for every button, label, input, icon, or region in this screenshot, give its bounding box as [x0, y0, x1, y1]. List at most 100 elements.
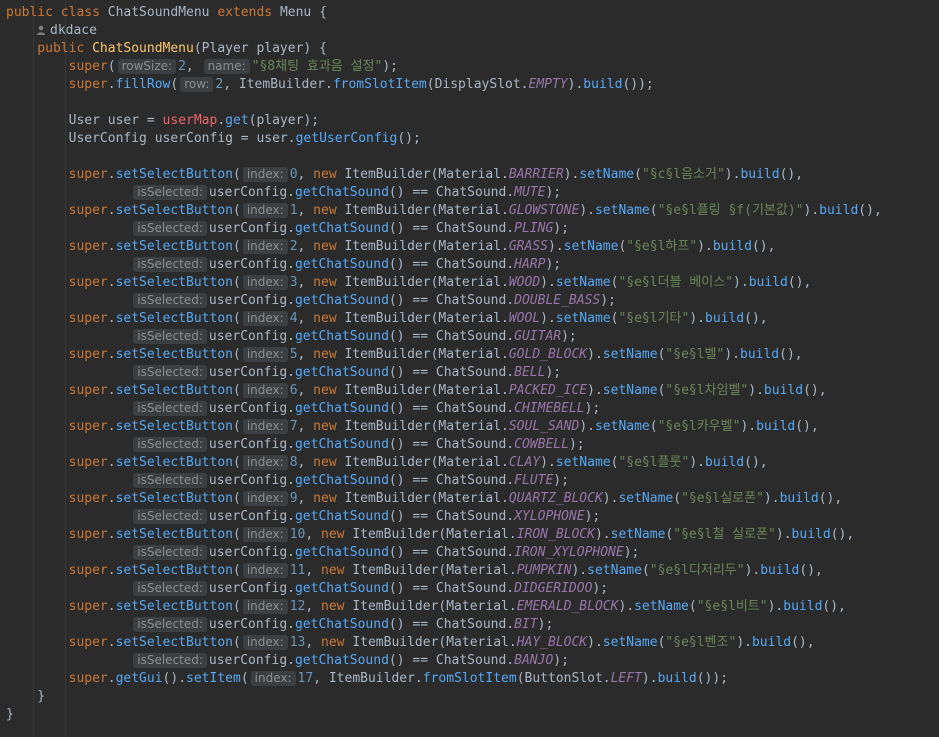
code-line[interactable]: isSelected: userConfig.getChatSound() == … — [6, 508, 600, 526]
code-line[interactable]: super.fillRow(row: 2, ItemBuilder.fromSlo… — [6, 76, 654, 94]
code-line[interactable]: super.setSelectButton(index: 4, new ItemB… — [6, 310, 768, 328]
code-token: ); — [545, 257, 562, 272]
code-token: COWBELL — [514, 437, 569, 452]
code-line[interactable]: super.setSelectButton(index: 7, new ItemB… — [6, 418, 819, 436]
code-token: "§e§l기타" — [618, 311, 690, 326]
code-token: build — [763, 383, 804, 398]
code-token: , — [297, 383, 314, 398]
code-line[interactable]: super.getGui().setItem(index: 17, ItemBui… — [6, 670, 728, 688]
code-line[interactable]: UserConfig userConfig = user.getUserConf… — [6, 130, 421, 148]
code-token: ). — [587, 347, 603, 362]
code-token: setSelectButton — [115, 311, 233, 326]
code-line[interactable]: isSelected: userConfig.getChatSound() == … — [6, 256, 561, 274]
code-line[interactable]: isSelected: userConfig.getChatSound() == … — [6, 616, 553, 634]
code-line[interactable]: User user = userMap.get(player); — [6, 112, 320, 130]
code-line[interactable]: public class ChatSoundMenu extends Menu … — [6, 4, 327, 22]
code-token: getChatSound — [294, 185, 389, 200]
code-line[interactable]: super.setSelectButton(index: 8, new ItemB… — [6, 454, 768, 472]
code-token: super — [6, 671, 108, 686]
code-line[interactable]: public ChatSoundMenu(Player player) { — [6, 40, 327, 58]
code-line[interactable]: isSelected: userConfig.getChatSound() == … — [6, 220, 569, 238]
code-line[interactable]: dkdace — [36, 22, 97, 40]
code-token: WOOD — [508, 275, 541, 290]
code-token: . — [107, 311, 116, 326]
code-token: , — [297, 455, 314, 470]
code-token: GLOWSTONE — [508, 203, 580, 218]
code-token: . — [107, 671, 116, 686]
code-line[interactable]: } — [6, 706, 14, 724]
code-line[interactable]: super.setSelectButton(index: 9, new ItemB… — [6, 490, 842, 508]
code-token: ). — [641, 671, 658, 686]
code-line[interactable]: } — [6, 688, 45, 706]
code-token: userConfig. — [208, 581, 295, 596]
code-line[interactable]: super.setSelectButton(index: 13, new Item… — [6, 634, 815, 652]
code-token: new — [321, 563, 353, 578]
code-token: MUTE — [514, 185, 546, 200]
code-token: ). — [540, 275, 556, 290]
code-line[interactable]: isSelected: userConfig.getChatSound() == … — [6, 436, 585, 454]
code-line[interactable]: super(rowSize: 2, name: "§8채팅 효과음 설정"); — [6, 58, 398, 76]
code-line[interactable]: super.setSelectButton(index: 5, new ItemB… — [6, 346, 803, 364]
parameter-hint: row: — [180, 77, 214, 92]
parameter-hint: index: — [242, 635, 288, 650]
code-line[interactable]: isSelected: userConfig.getChatSound() == … — [6, 400, 600, 418]
code-token: 13 — [289, 635, 306, 650]
code-token: , — [297, 203, 314, 218]
code-line[interactable]: isSelected: userConfig.getChatSound() == … — [6, 580, 608, 598]
code-token: LEFT — [610, 671, 642, 686]
code-line[interactable]: super.setSelectButton(index: 1, new ItemB… — [6, 202, 882, 220]
code-token: () == ChatSound. — [388, 509, 515, 524]
code-token: () == ChatSound. — [388, 185, 515, 200]
code-line[interactable]: isSelected: userConfig.getChatSound() == … — [6, 544, 639, 562]
code-token: } — [6, 707, 14, 722]
code-line[interactable]: isSelected: userConfig.getChatSound() == … — [6, 364, 561, 382]
code-token: new — [313, 203, 345, 218]
code-token: ). — [689, 311, 705, 326]
code-token: () == ChatSound. — [388, 653, 515, 668]
code-line[interactable]: super.setSelectButton(index: 0, new ItemB… — [6, 166, 803, 184]
code-token: , — [297, 311, 314, 326]
code-line[interactable]: super.setSelectButton(index: 11, new Item… — [6, 562, 823, 580]
code-token: () == ChatSound. — [388, 401, 515, 416]
code-token: Menu { — [279, 5, 327, 20]
code-token: ); — [623, 545, 640, 560]
code-line[interactable]: isSelected: userConfig.getChatSound() == … — [6, 472, 569, 490]
code-token: super — [6, 239, 108, 254]
code-token: 4 — [289, 311, 298, 326]
code-line[interactable]: isSelected: userConfig.getChatSound() == … — [6, 652, 569, 670]
code-line[interactable]: super.setSelectButton(index: 3, new ItemB… — [6, 274, 811, 292]
code-token: , — [297, 491, 314, 506]
code-token: build — [748, 275, 788, 290]
code-token: 7 — [289, 419, 298, 434]
code-line[interactable]: isSelected: userConfig.getChatSound() == … — [6, 328, 577, 346]
code-token: 3 — [289, 275, 298, 290]
code-line[interactable]: isSelected: userConfig.getChatSound() == … — [6, 292, 616, 310]
code-token: "§e§l벤조" — [665, 635, 737, 650]
code-token: (), — [818, 491, 843, 506]
code-token: WOOL — [508, 311, 541, 326]
code-token: super — [6, 167, 108, 182]
code-line[interactable]: super.setSelectButton(index: 2, new ItemB… — [6, 238, 775, 256]
code-token: ); — [568, 437, 585, 452]
code-token: "§e§l디저리두" — [649, 563, 745, 578]
code-line[interactable]: isSelected: userConfig.getChatSound() == … — [6, 184, 561, 202]
code-line[interactable]: super.setSelectButton(index: 12, new Item… — [6, 598, 846, 616]
code-token: ( — [232, 455, 241, 470]
code-line[interactable]: super.setSelectButton(index: 10, new Item… — [6, 526, 854, 544]
code-token: User user = — [6, 113, 163, 128]
parameter-hint: index: — [242, 527, 288, 542]
parameter-hint: index: — [242, 455, 288, 470]
code-token: getChatSound — [294, 365, 389, 380]
code-token: ItemBuilder(Material. — [344, 347, 509, 362]
code-token: ( — [649, 419, 658, 434]
code-token: ). — [775, 527, 792, 542]
code-line[interactable]: super.setSelectButton(index: 6, new ItemB… — [6, 382, 827, 400]
code-token: userMap — [162, 113, 218, 128]
parameter-hint: isSelected: — [133, 329, 207, 344]
code-token: build — [583, 77, 623, 92]
code-token: ( — [673, 491, 682, 506]
code-editor[interactable]: public class ChatSoundMenu extends Menu … — [0, 0, 939, 737]
code-token: ItemBuilder(Material. — [344, 455, 509, 470]
code-token: . — [107, 239, 116, 254]
